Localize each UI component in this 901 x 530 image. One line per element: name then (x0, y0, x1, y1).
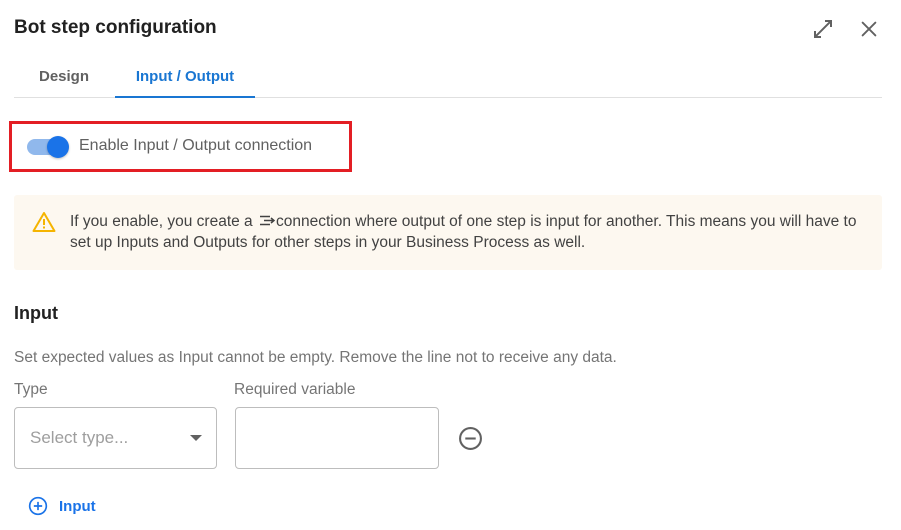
expand-button[interactable] (810, 16, 836, 42)
close-button[interactable] (856, 16, 882, 42)
type-select[interactable]: Select type... (14, 407, 217, 469)
type-label: Type (14, 381, 48, 398)
toggle-label: Enable Input / Output connection (79, 137, 313, 154)
warning-banner: If you enable, you create a connection w… (14, 195, 882, 270)
caret-down-icon (190, 435, 202, 441)
minus-circle-icon (459, 427, 482, 450)
warning-text-before: If you enable, you create a (70, 213, 257, 230)
plus-circle-icon (28, 496, 48, 516)
warning-triangle-icon (32, 212, 56, 232)
input-section-title: Input (14, 303, 58, 323)
remove-line-button[interactable] (458, 426, 483, 451)
type-select-placeholder: Select type... (30, 428, 129, 447)
page-title: Bot step configuration (14, 17, 217, 38)
tab-design[interactable]: Design (14, 56, 114, 97)
input-section-description: Set expected values as Input cannot be e… (14, 349, 617, 366)
toggle-thumb (47, 136, 69, 158)
connection-icon (259, 215, 275, 226)
add-input-label: Input (59, 497, 96, 515)
required-variable-label: Required variable (234, 381, 356, 398)
tab-bar: Design Input / Output (14, 56, 882, 98)
close-icon (861, 21, 877, 37)
required-variable-input[interactable] (235, 407, 439, 469)
enable-io-toggle[interactable] (27, 135, 71, 159)
add-input-button[interactable]: Input (28, 495, 96, 517)
expand-diagonal-icon (814, 20, 832, 38)
warning-text: If you enable, you create a connection w… (70, 211, 860, 253)
tab-input-output[interactable]: Input / Output (115, 56, 255, 98)
